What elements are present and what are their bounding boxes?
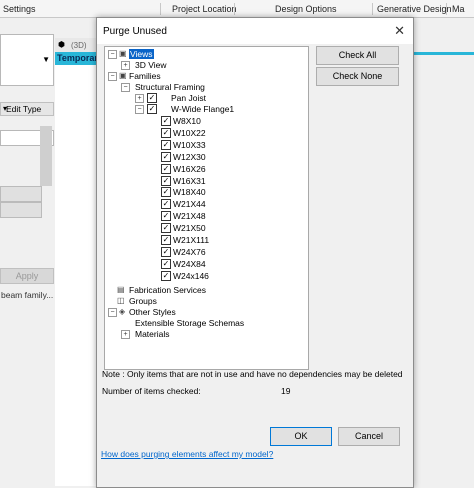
expand-3d-view-icon[interactable]: + bbox=[121, 61, 130, 70]
dialog-title: Purge Unused bbox=[103, 26, 167, 37]
tree-item-structural-framing[interactable]: Structural Framing bbox=[135, 82, 205, 92]
ribbon-design-options[interactable]: Design Options bbox=[275, 4, 337, 14]
size-checkbox[interactable]: ✓ bbox=[161, 187, 171, 198]
temporary-label: Temporar bbox=[57, 53, 98, 63]
size-checkbox[interactable]: ✓ bbox=[161, 246, 171, 257]
styles-icon: ◈ bbox=[119, 307, 126, 316]
help-link[interactable]: How does purging elements affect my mode… bbox=[101, 449, 273, 459]
collapse-families-icon[interactable]: − bbox=[108, 72, 117, 81]
property-row bbox=[0, 186, 42, 202]
size-checkbox[interactable]: ✓ bbox=[161, 199, 171, 210]
ribbon-bar: Settings Project Location Design Options… bbox=[0, 0, 474, 18]
tree-item-families[interactable]: Families bbox=[129, 71, 161, 81]
ribbon-settings[interactable]: Settings bbox=[3, 4, 36, 14]
tree-item-3d-view[interactable]: 3D View bbox=[135, 60, 167, 70]
cancel-button[interactable]: Cancel bbox=[338, 427, 400, 446]
ribbon-generative-design[interactable]: Generative Design bbox=[377, 4, 452, 14]
purge-note: Note : Only items that are not in use an… bbox=[102, 369, 403, 379]
size-checkbox[interactable]: ✓ bbox=[161, 223, 171, 234]
size-checkbox[interactable]: ✓ bbox=[161, 270, 171, 281]
dropdown-arrow-icon: ▼ bbox=[42, 55, 50, 64]
w-wide-flange-checkbox[interactable]: ✓ bbox=[147, 104, 157, 114]
tree-item-size[interactable]: W16X26 bbox=[173, 164, 206, 174]
collapse-structural-framing-icon[interactable]: − bbox=[121, 83, 130, 92]
collapse-other-styles-icon[interactable]: − bbox=[108, 308, 117, 317]
tree-item-size[interactable]: W24x146 bbox=[173, 271, 209, 281]
right-background bbox=[412, 18, 474, 486]
ribbon-mass[interactable]: Ma bbox=[452, 4, 465, 14]
views-folder-icon: ▣ bbox=[119, 49, 127, 58]
view-highlight-strip bbox=[412, 52, 474, 55]
items-checked-count: 19 bbox=[281, 386, 291, 396]
ok-button[interactable]: OK bbox=[270, 427, 332, 446]
tree-item-size[interactable]: W21X50 bbox=[173, 223, 206, 233]
dialog-titlebar[interactable]: Purge Unused ✕ bbox=[97, 18, 413, 44]
size-checkbox[interactable]: ✓ bbox=[161, 211, 171, 222]
pan-joist-checkbox[interactable]: ✓ bbox=[147, 93, 157, 103]
tree-item-pan-joist[interactable]: Pan Joist bbox=[171, 93, 206, 103]
project-browser-item[interactable]: beam family... bbox=[1, 290, 53, 300]
check-none-button[interactable]: Check None bbox=[316, 67, 399, 86]
tree-item-size[interactable]: W24X84 bbox=[173, 259, 206, 269]
tree-item-size[interactable]: W10X22 bbox=[173, 128, 206, 138]
tree-item-size[interactable]: W16X31 bbox=[173, 176, 206, 186]
families-folder-icon: ▣ bbox=[119, 71, 127, 80]
size-checkbox[interactable]: ✓ bbox=[161, 235, 171, 245]
items-checked-label: Number of items checked: bbox=[102, 386, 201, 396]
collapse-w-wide-flange-icon[interactable]: − bbox=[135, 105, 144, 114]
tree-item-size[interactable]: W18X40 bbox=[173, 187, 206, 197]
size-checkbox[interactable]: ✓ bbox=[161, 175, 171, 186]
cube-icon: ⬢ bbox=[58, 40, 65, 49]
tree-item-extensible-storage[interactable]: Extensible Storage Schemas bbox=[135, 318, 244, 328]
tree-item-w-wide-flange[interactable]: W-Wide Flange1 bbox=[171, 104, 234, 114]
size-checkbox[interactable]: ✓ bbox=[161, 151, 171, 162]
edit-type-button[interactable]: Edit Type bbox=[6, 104, 41, 114]
tree-item-size[interactable]: W8X10 bbox=[173, 116, 201, 126]
size-checkbox[interactable]: ✓ bbox=[161, 139, 171, 150]
groups-icon: ◫ bbox=[117, 296, 125, 305]
purge-unused-dialog: Purge Unused ✕ − ▣ Views + 3D View − ▣ F… bbox=[96, 17, 414, 488]
view-tab-3d[interactable]: ⬢ (3D) bbox=[55, 38, 96, 53]
type-selector[interactable]: ▼ bbox=[0, 34, 54, 86]
size-checkbox[interactable]: ✓ bbox=[161, 127, 171, 138]
tree-item-size[interactable]: W21X111 bbox=[173, 235, 209, 245]
ribbon-project-location[interactable]: Project Location bbox=[172, 4, 237, 14]
apply-button[interactable]: Apply bbox=[0, 268, 54, 284]
tree-item-other-styles[interactable]: Other Styles bbox=[129, 307, 176, 317]
close-icon[interactable]: ✕ bbox=[394, 23, 405, 39]
properties-scrollbar[interactable] bbox=[40, 126, 52, 186]
tree-item-size[interactable]: W10X33 bbox=[173, 140, 206, 150]
property-row bbox=[0, 202, 42, 218]
tree-item-size[interactable]: W21X44 bbox=[173, 199, 206, 209]
tree-item-size[interactable]: W12X30 bbox=[173, 152, 206, 162]
tree-item-materials[interactable]: Materials bbox=[135, 329, 169, 339]
tree-item-size[interactable]: W24X76 bbox=[173, 247, 206, 257]
collapse-views-icon[interactable]: − bbox=[108, 50, 117, 59]
tree-item-groups[interactable]: Groups bbox=[129, 296, 157, 306]
drawing-area[interactable] bbox=[55, 38, 96, 486]
expand-materials-icon[interactable]: + bbox=[121, 330, 130, 339]
fabrication-icon: ▤ bbox=[117, 285, 125, 294]
tree-item-size[interactable]: W21X48 bbox=[173, 211, 206, 221]
purge-tree[interactable]: − ▣ Views + 3D View − ▣ Families − Struc… bbox=[104, 46, 309, 370]
view-tab-label: (3D) bbox=[71, 41, 87, 50]
size-checkbox[interactable]: ✓ bbox=[161, 258, 171, 269]
temporary-view-banner: Temporar bbox=[55, 52, 98, 65]
tree-item-fabrication-services[interactable]: Fabrication Services bbox=[129, 285, 206, 295]
expand-pan-joist-icon[interactable]: + bbox=[135, 94, 144, 103]
size-checkbox[interactable]: ✓ bbox=[161, 163, 171, 174]
check-all-button[interactable]: Check All bbox=[316, 46, 399, 65]
size-checkbox[interactable]: ✓ bbox=[161, 116, 171, 126]
tree-item-views[interactable]: Views bbox=[129, 49, 154, 59]
